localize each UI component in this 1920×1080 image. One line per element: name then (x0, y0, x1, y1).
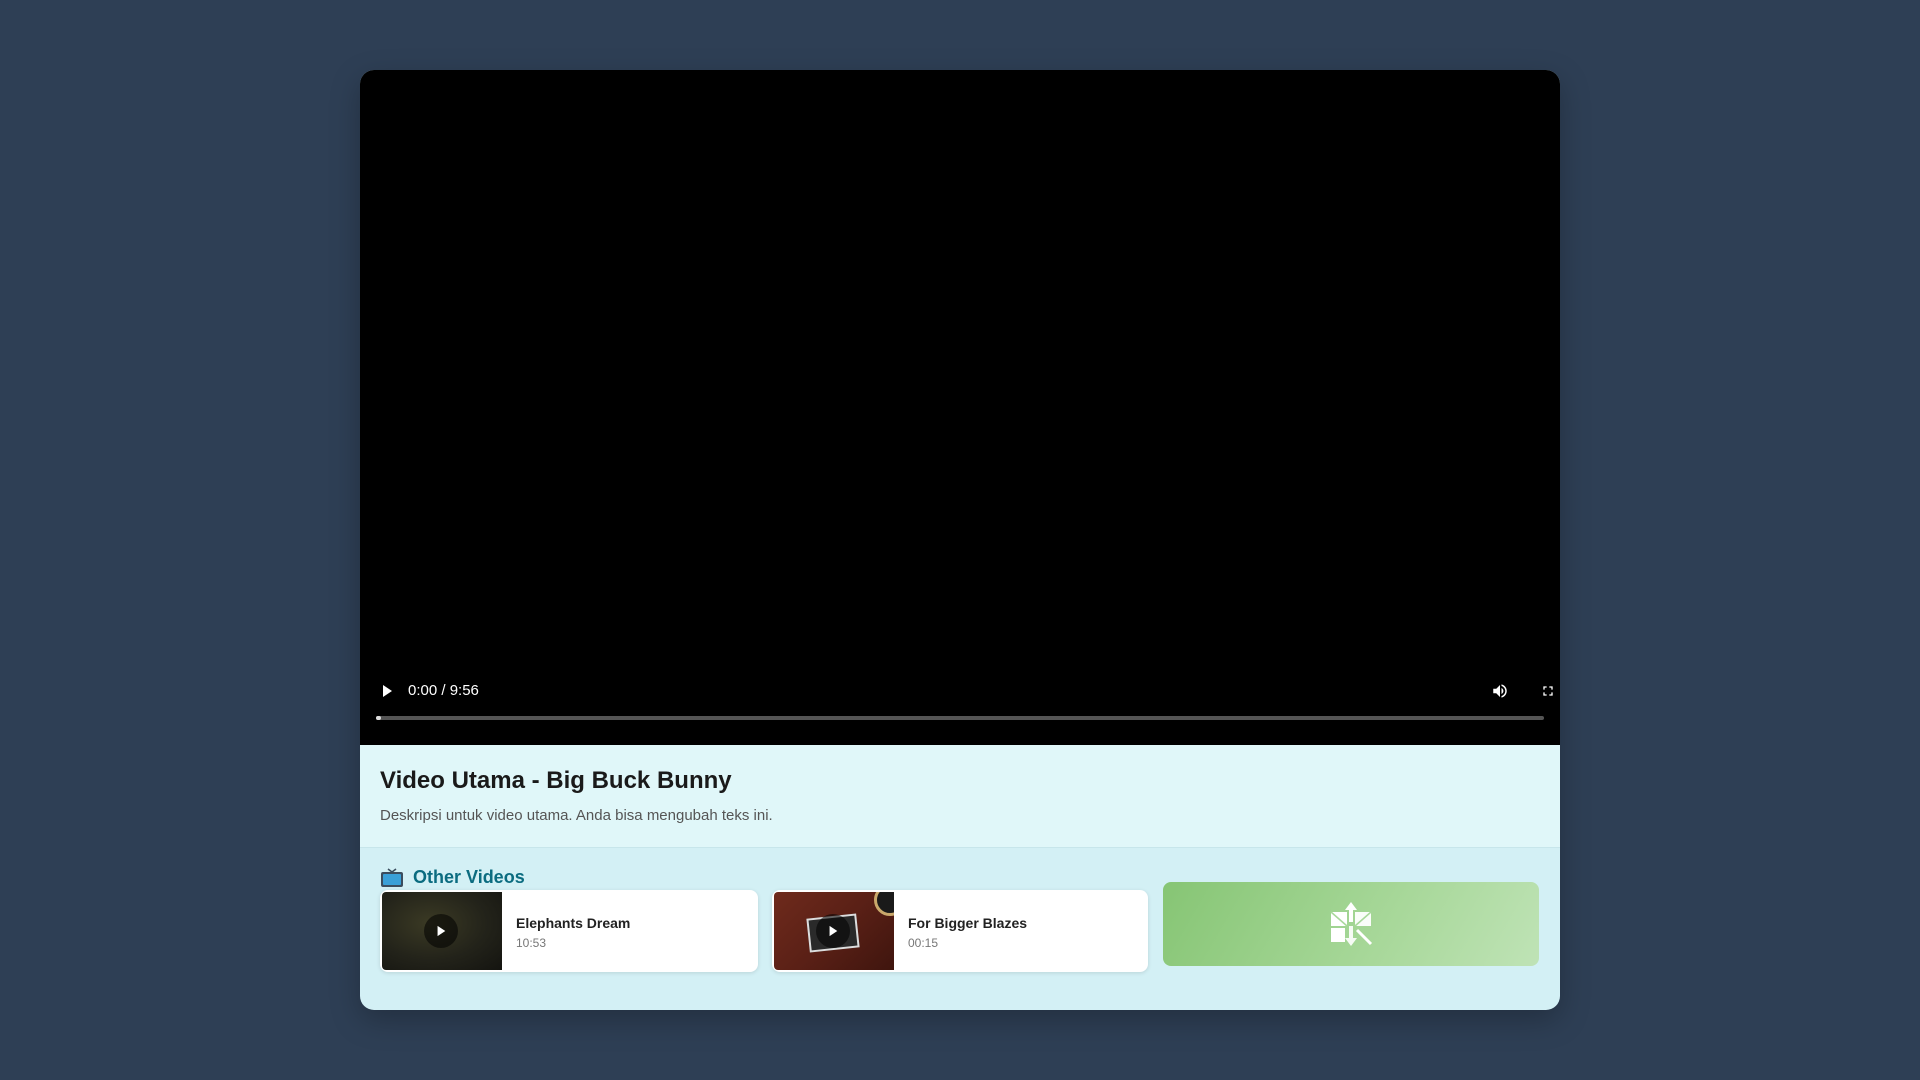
play-icon (383, 685, 392, 697)
other-videos-heading: Other Videos (413, 867, 525, 887)
progress-fill (376, 716, 381, 720)
tv-icon (381, 867, 403, 887)
video-thumbnail (774, 892, 894, 970)
volume-icon (1493, 684, 1507, 698)
video-card-item[interactable]: For Bigger Blazes 00:15 (772, 890, 1148, 972)
video-item-title: Elephants Dream (516, 915, 631, 931)
thumbnail-play-icon (424, 914, 458, 948)
video-thumbnail (382, 892, 502, 970)
video-card: 0:00 / 9:56 Video Utama - Big Buck Bunny… (360, 70, 1560, 1010)
promo-card[interactable] (1163, 882, 1539, 966)
volume-button[interactable] (1487, 678, 1513, 704)
video-item-title: For Bigger Blazes (908, 915, 1028, 931)
time-display: 0:00 / 9:56 (408, 682, 479, 699)
other-videos-section: Other Videos Elephants Dream 10:53 For B… (360, 848, 1560, 1010)
video-item-duration: 00:15 (908, 936, 939, 950)
move-arrows-icon (1330, 902, 1373, 946)
progress-bar[interactable] (376, 716, 1544, 720)
thumbnail-play-icon (816, 914, 850, 948)
video-card-item[interactable]: Elephants Dream 10:53 (380, 890, 758, 972)
play-button[interactable] (376, 680, 398, 702)
video-item-duration: 10:53 (516, 936, 547, 950)
video-title: Video Utama - Big Buck Bunny (380, 767, 732, 794)
other-videos-header: Other Videos (380, 867, 525, 888)
video-info: Video Utama - Big Buck Bunny Deskripsi u… (360, 745, 1560, 848)
player-controls: 0:00 / 9:56 (360, 665, 1560, 745)
fullscreen-button[interactable] (1535, 678, 1560, 704)
video-player[interactable]: 0:00 / 9:56 (360, 70, 1560, 745)
video-description: Deskripsi untuk video utama. Anda bisa m… (380, 807, 773, 824)
fullscreen-icon (1543, 686, 1553, 696)
